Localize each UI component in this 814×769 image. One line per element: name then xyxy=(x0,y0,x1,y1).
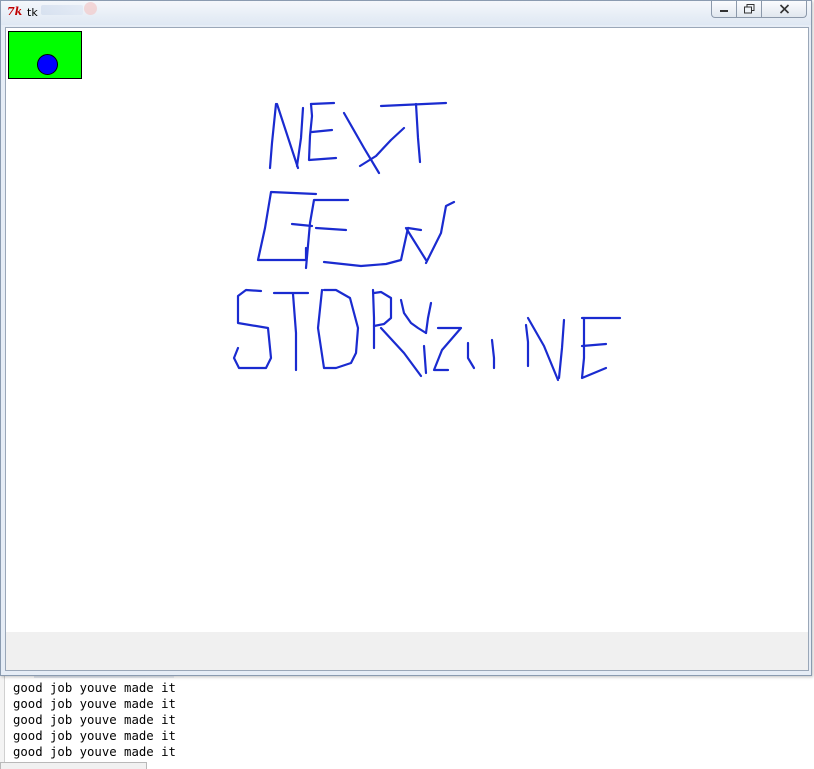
handwritten-word-storyline xyxy=(232,288,622,382)
console-line: good job youve made it xyxy=(13,729,176,743)
console-lines: good job youve made it good job youve ma… xyxy=(13,680,176,760)
console-line: good job youve made it xyxy=(13,745,176,759)
console-line: good job youve made it xyxy=(13,697,176,711)
background-title-ghost xyxy=(41,5,83,15)
console-gutter xyxy=(0,676,5,764)
handwritten-word-next xyxy=(268,101,448,175)
maximize-icon xyxy=(743,4,754,14)
minimize-button[interactable] xyxy=(711,1,737,18)
window-client-area xyxy=(5,27,809,671)
close-button[interactable] xyxy=(761,1,807,18)
title-bar[interactable]: 7k tk xyxy=(1,1,811,25)
window-bottom-frame xyxy=(6,632,808,670)
console-horizontal-scrollbar[interactable] xyxy=(0,762,147,769)
console-line: good job youve made it xyxy=(13,681,176,695)
maximize-button[interactable] xyxy=(736,1,762,18)
window-title: tk xyxy=(27,6,38,19)
minimize-icon xyxy=(720,10,728,12)
console-line: good job youve made it xyxy=(13,713,176,727)
background-icon-ghost xyxy=(84,2,97,15)
window-controls xyxy=(711,1,807,18)
handwritten-word-gen xyxy=(256,190,456,270)
close-icon xyxy=(779,4,789,14)
console-output: good job youve made it good job youve ma… xyxy=(0,672,814,769)
tk-window: 7k tk xyxy=(0,0,812,676)
drawing-canvas[interactable] xyxy=(6,28,808,632)
handwritten-drawing xyxy=(232,101,622,382)
tk-feather-icon: 7k xyxy=(7,5,23,18)
